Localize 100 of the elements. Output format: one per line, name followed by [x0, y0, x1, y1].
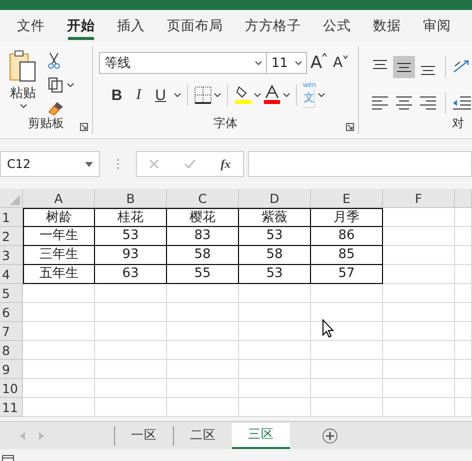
grow-font-button[interactable]: A — [307, 53, 330, 73]
empty-cell — [455, 265, 472, 284]
borders-icon[interactable] — [194, 86, 212, 104]
fill-color-icon[interactable] — [234, 85, 252, 105]
empty-cell — [383, 360, 455, 379]
empty-cell — [239, 379, 311, 398]
ribbon-tab[interactable]: 方方格子 — [234, 10, 312, 42]
row-header[interactable]: 4 — [0, 265, 23, 284]
font-style-button[interactable]: I — [130, 86, 148, 104]
name-box[interactable]: C12 — [0, 151, 100, 177]
table-cell: 55 — [167, 265, 239, 284]
row-header[interactable]: 2 — [0, 227, 23, 246]
caret-icon — [255, 61, 262, 65]
ribbon-tab[interactable]: 文件 — [6, 10, 56, 42]
dialog-launcher-icon[interactable] — [346, 123, 354, 131]
empty-cell — [383, 341, 455, 360]
empty-cell — [167, 398, 239, 417]
caret-icon — [67, 83, 74, 87]
empty-cell — [95, 303, 167, 322]
ribbon-tab[interactable]: 开始 — [56, 10, 106, 42]
column-header[interactable]: A — [23, 189, 95, 208]
row-header[interactable]: 5 — [0, 284, 23, 303]
empty-cell — [167, 284, 239, 303]
decrease-indent-icon[interactable] — [452, 95, 472, 111]
table-cell: 63 — [95, 265, 167, 284]
table-cell: 樱花 — [167, 208, 239, 227]
empty-cell — [239, 322, 311, 341]
align-center-icon[interactable] — [393, 95, 415, 111]
empty-cell — [239, 398, 311, 417]
copy-icon[interactable] — [48, 77, 63, 93]
row-header[interactable]: 10 — [0, 379, 23, 398]
font-color-icon[interactable] — [263, 85, 281, 105]
table-cell: 月季 — [311, 208, 383, 227]
checkmark-icon[interactable] — [184, 159, 196, 169]
group-label: 对 — [452, 115, 464, 132]
row-header[interactable]: 6 — [0, 303, 23, 322]
row-header[interactable]: 8 — [0, 341, 23, 360]
caret-icon — [20, 104, 26, 108]
empty-cell — [311, 398, 383, 417]
column-header[interactable]: D — [239, 189, 311, 208]
column-header[interactable]: C — [167, 189, 239, 208]
row-header[interactable]: 9 — [0, 360, 23, 379]
table-cell: 紫薇 — [239, 208, 311, 227]
empty-cell — [455, 398, 472, 417]
ribbon-tab[interactable]: 页面布局 — [156, 10, 234, 42]
caret-icon — [174, 93, 181, 97]
align-left-icon[interactable] — [369, 95, 391, 111]
empty-cell — [167, 303, 239, 322]
caret-icon — [283, 93, 290, 97]
insert-function-button[interactable]: fx — [220, 156, 231, 172]
align-right-icon[interactable] — [417, 95, 439, 111]
ribbon-tab[interactable]: 插入 — [106, 10, 156, 42]
align-middle-icon — [397, 62, 411, 72]
add-sheet-button[interactable] — [322, 428, 338, 444]
scissors-icon[interactable] — [48, 52, 60, 69]
empty-cell — [455, 284, 472, 303]
empty-cell — [311, 341, 383, 360]
empty-cell — [95, 284, 167, 303]
up-caret-icon — [322, 53, 327, 57]
sheet-tab[interactable]: 一区 — [114, 426, 173, 446]
group-label: 剪贴板 — [28, 115, 64, 132]
dialog-launcher-icon[interactable] — [80, 123, 88, 131]
caret-icon — [254, 93, 261, 97]
sheet-tab[interactable]: 三区 — [232, 422, 290, 448]
table-cell: 53 — [95, 227, 167, 246]
shrink-font-button[interactable]: A — [330, 55, 351, 71]
empty-cell — [167, 379, 239, 398]
font-size-dropdown[interactable]: 11 — [267, 52, 308, 74]
ribbon-tab[interactable]: 审阅 — [412, 10, 462, 42]
table-cell: 53 — [239, 227, 311, 246]
paste-button[interactable]: 粘贴 — [8, 50, 38, 114]
table-cell: 58 — [239, 246, 311, 265]
row-header[interactable]: 3 — [0, 246, 23, 265]
empty-cell — [95, 398, 167, 417]
column-header[interactable]: F — [383, 189, 455, 208]
column-header[interactable]: E — [311, 189, 383, 208]
empty-cell — [383, 265, 455, 284]
empty-cell — [383, 208, 455, 227]
font-style-button[interactable]: U — [149, 86, 172, 104]
ribbon-tab[interactable]: 数据 — [362, 10, 412, 42]
font-style-button[interactable]: B — [105, 86, 128, 104]
row-header[interactable]: 1 — [0, 208, 23, 227]
formula-input[interactable] — [248, 151, 472, 177]
row-header[interactable]: 11 — [0, 398, 23, 417]
font-name-dropdown[interactable]: 等线 — [99, 52, 268, 74]
empty-cell — [167, 322, 239, 341]
empty-cell — [383, 303, 455, 322]
align-top-icon — [373, 60, 387, 68]
table-cell: 83 — [167, 227, 239, 246]
empty-cell — [239, 341, 311, 360]
empty-cell — [311, 379, 383, 398]
table-cell: 一年生 — [23, 227, 95, 246]
empty-cell — [239, 360, 311, 379]
format-painter-icon[interactable] — [48, 101, 64, 116]
empty-cell — [383, 322, 455, 341]
row-header[interactable]: 7 — [0, 322, 23, 341]
ribbon-tab[interactable]: 公式 — [312, 10, 362, 42]
mouse-pointer-icon — [322, 319, 334, 338]
vertical-align-button[interactable] — [393, 56, 415, 78]
column-header[interactable]: B — [95, 189, 167, 208]
